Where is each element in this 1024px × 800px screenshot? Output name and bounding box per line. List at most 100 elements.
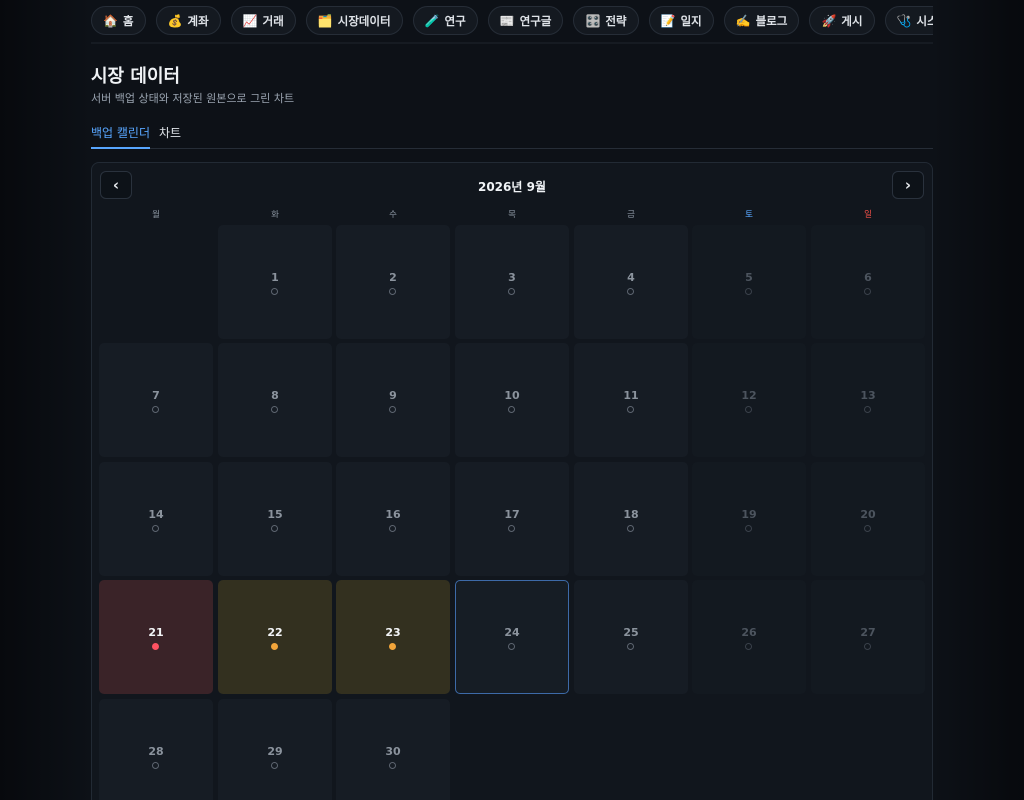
calendar-day-cell[interactable]: 21 [99, 580, 213, 694]
page: 🏠 홈 💰 계좌 📈 거래 🗂️ 시장데이터 🧪 연구 📰 연구글 🎛️ 전략 📝 일지 ✍️ 블로그 🚀 게시 🩺 시스… [0, 0, 1024, 800]
calendar-day-cell[interactable]: 14 [99, 462, 213, 576]
calendar-day-number: 25 [623, 626, 639, 639]
nav-item-9[interactable]: 🚀 게시 [809, 6, 875, 35]
tab-backup-calendar[interactable]: 백업 캘린더 [91, 124, 151, 149]
backup-status-dot [271, 762, 278, 769]
nav-divider [91, 42, 933, 44]
calendar-day-number: 17 [504, 508, 520, 521]
calendar-day-cell[interactable]: 6 [811, 225, 925, 339]
backup-status-dot [389, 643, 396, 650]
calendar-day-cell[interactable]: 12 [692, 343, 806, 457]
calendar-day-cell[interactable]: 30 [336, 699, 450, 800]
tab-chart[interactable]: 차트 [159, 124, 181, 149]
calendar-day-cell[interactable]: 8 [218, 343, 332, 457]
calendar-day-cell[interactable]: 7 [99, 343, 213, 457]
nav-item-4[interactable]: 🧪 연구 [412, 6, 478, 35]
calendar-day-number: 16 [385, 508, 401, 521]
stethoscope-icon: 🩺 [896, 13, 912, 28]
nav-item-10[interactable]: 🩺 시스템 [884, 6, 933, 35]
calendar-day-number: 7 [152, 389, 160, 402]
calendar-day-cell[interactable]: 28 [99, 699, 213, 800]
calendar-day-cell[interactable]: 27 [811, 580, 925, 694]
nav-item-label: 연구글 [519, 13, 552, 28]
weekday-header: 화 [271, 210, 279, 220]
weekday-header: 수 [389, 210, 397, 220]
calendar-panel: ‹ 2026년 9월 › 월 화 수 목 금 토 일 1 2 3 4 5 6 7 8 9 10 11 12 13 14 1… [91, 162, 933, 800]
nav-item-1[interactable]: 💰 계좌 [155, 6, 221, 35]
calendar-day-cell[interactable]: 20 [811, 462, 925, 576]
calendar-day-cell[interactable]: 1 [218, 225, 332, 339]
calendar-day-number: 24 [504, 626, 520, 639]
calendar-day-cell[interactable]: 10 [455, 343, 569, 457]
folder-icon: 🗂️ [317, 13, 333, 28]
calendar-day-number: 14 [148, 508, 164, 521]
backup-status-dot [271, 525, 278, 532]
calendar-day-number: 29 [267, 745, 283, 758]
calendar-day-number: 10 [504, 389, 520, 402]
nav-item-label: 블로그 [755, 13, 788, 28]
backup-status-dot [627, 525, 634, 532]
calendar-day-number: 30 [385, 745, 401, 758]
calendar-day-cell[interactable]: 2 [336, 225, 450, 339]
backup-status-dot [389, 406, 396, 413]
calendar-day-cell[interactable]: 29 [218, 699, 332, 800]
backup-status-dot [745, 643, 752, 650]
calendar-day-cell[interactable]: 11 [574, 343, 688, 457]
backup-status-dot [152, 762, 159, 769]
calendar-day-cell[interactable]: 19 [692, 462, 806, 576]
calendar-day-cell[interactable]: 26 [692, 580, 806, 694]
memo-icon: 📝 [660, 13, 676, 28]
calendar-day-cell[interactable]: 9 [336, 343, 450, 457]
calendar-day-number: 11 [623, 389, 639, 402]
backup-status-dot [745, 406, 752, 413]
calendar-day-number: 4 [627, 271, 635, 284]
nav-item-8[interactable]: ✍️ 블로그 [723, 6, 800, 35]
calendar-day-cell[interactable]: 5 [692, 225, 806, 339]
newspaper-icon: 📰 [499, 13, 515, 28]
backup-status-dot [627, 288, 634, 295]
calendar-day-cell[interactable]: 23 [336, 580, 450, 694]
nav-item-label: 시장데이터 [337, 13, 391, 28]
calendar-day-cell[interactable]: 15 [218, 462, 332, 576]
nav-item-label: 연구 [444, 13, 466, 28]
money-bag-icon: 💰 [167, 13, 183, 28]
weekday-header: 토 [745, 210, 753, 220]
calendar-day-cell[interactable]: 3 [455, 225, 569, 339]
calendar-day-number: 2 [389, 271, 397, 284]
calendar-day-cell[interactable]: 17 [455, 462, 569, 576]
calendar-day-cell[interactable]: 18 [574, 462, 688, 576]
calendar-day-number: 13 [860, 389, 876, 402]
nav-item-3[interactable]: 🗂️ 시장데이터 [305, 6, 403, 35]
next-month-button[interactable]: › [892, 171, 924, 199]
backup-status-dot [864, 406, 871, 413]
backup-status-dot [271, 406, 278, 413]
calendar-day-cell[interactable]: 13 [811, 343, 925, 457]
test-tube-icon: 🧪 [424, 13, 440, 28]
backup-status-dot [745, 288, 752, 295]
backup-status-dot [152, 643, 159, 650]
calendar-day-cell[interactable]: 24 [455, 580, 569, 694]
backup-status-dot [508, 288, 515, 295]
calendar-day-cell[interactable]: 22 [218, 580, 332, 694]
nav-item-label: 게시 [841, 13, 863, 28]
backup-status-dot [389, 762, 396, 769]
backup-status-dot [271, 288, 278, 295]
backup-status-dot [627, 406, 634, 413]
backup-status-dot [745, 525, 752, 532]
nav-item-7[interactable]: 📝 일지 [648, 6, 714, 35]
calendar-month-label: 2026년 9월 [477, 180, 546, 194]
nav-item-2[interactable]: 📈 거래 [230, 6, 296, 35]
weekday-header: 금 [627, 210, 635, 220]
calendar-day-cell[interactable]: 25 [574, 580, 688, 694]
weekday-header: 일 [864, 210, 872, 220]
nav-item-6[interactable]: 🎛️ 전략 [573, 6, 639, 35]
calendar-day-number: 12 [741, 389, 757, 402]
nav-item-0[interactable]: 🏠 홈 [91, 6, 146, 35]
nav-item-5[interactable]: 📰 연구글 [487, 6, 564, 35]
calendar-day-number: 9 [389, 389, 397, 402]
backup-status-dot [508, 525, 515, 532]
calendar-day-cell[interactable]: 16 [336, 462, 450, 576]
calendar-day-number: 5 [745, 271, 753, 284]
page-subtitle: 서버 백업 상태와 저장된 원본으로 그린 차트 [91, 92, 295, 105]
calendar-day-cell[interactable]: 4 [574, 225, 688, 339]
